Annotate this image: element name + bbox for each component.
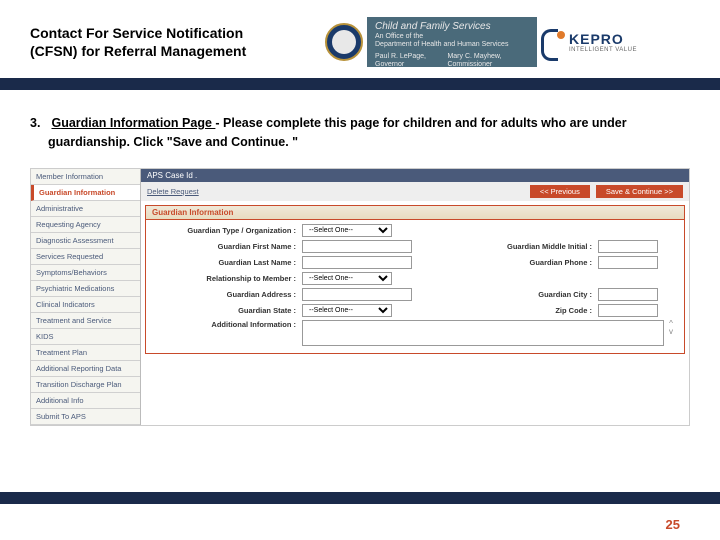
sidebar-item-submit[interactable]: Submit To APS xyxy=(31,409,140,425)
sidebar-item-guardian-info[interactable]: Guardian Information xyxy=(31,185,140,201)
instruction-text: 3. Guardian Information Page - Please co… xyxy=(0,90,720,162)
scroll-arrows-icon: ^v xyxy=(664,320,678,336)
kepro-icon xyxy=(541,29,567,55)
cfs-line1: Child and Family Services xyxy=(375,21,529,33)
sidebar-item-clinical[interactable]: Clinical Indicators xyxy=(31,297,140,313)
label-addr: Guardian Address : xyxy=(152,290,302,299)
cfs-gov: Paul R. LePage, Governor xyxy=(375,53,441,70)
input-mi[interactable] xyxy=(598,240,658,253)
sidebar-item-member-info[interactable]: Member Information xyxy=(31,169,140,185)
toolbar: Delete Request << Previous Save & Contin… xyxy=(141,182,689,201)
save-continue-button[interactable]: Save & Continue >> xyxy=(596,185,683,198)
guardian-form: Guardian Type / Organization : --Select … xyxy=(146,220,684,353)
kepro-text: KEPRO xyxy=(569,31,637,47)
kepro-sub: INTELLIGENT VALUE xyxy=(569,47,637,53)
select-type[interactable]: --Select One-- xyxy=(302,224,392,237)
bottom-divider-bar xyxy=(0,492,720,504)
kepro-logo: KEPRO INTELLIGENT VALUE xyxy=(541,29,637,55)
input-last[interactable] xyxy=(302,256,412,269)
label-rel: Relationship to Member : xyxy=(152,274,302,283)
page-number: 25 xyxy=(666,517,680,532)
label-addl: Additional Information : xyxy=(152,320,302,329)
label-type: Guardian Type / Organization : xyxy=(152,226,302,235)
sidebar-item-requesting-agency[interactable]: Requesting Agency xyxy=(31,217,140,233)
header-title: Contact For Service Notification (CFSN) … xyxy=(30,24,325,60)
guardian-panel: Guardian Information Guardian Type / Org… xyxy=(145,205,685,354)
case-id-bar: APS Case Id . xyxy=(141,169,689,182)
step-title: Guardian Information Page xyxy=(51,116,215,130)
sidebar-item-services[interactable]: Services Requested xyxy=(31,249,140,265)
sidebar-item-treatment-service[interactable]: Treatment and Service xyxy=(31,313,140,329)
slide-header: Contact For Service Notification (CFSN) … xyxy=(0,0,720,78)
sidebar-item-medications[interactable]: Psychiatric Medications xyxy=(31,281,140,297)
input-addr[interactable] xyxy=(302,288,412,301)
input-first[interactable] xyxy=(302,240,412,253)
sidebar-item-reporting[interactable]: Additional Reporting Data xyxy=(31,361,140,377)
cfs-badge: Child and Family Services An Office of t… xyxy=(367,17,537,67)
cfs-line3: Department of Health and Human Services xyxy=(375,41,529,49)
sidebar-item-treatment-plan[interactable]: Treatment Plan xyxy=(31,345,140,361)
label-state: Guardian State : xyxy=(152,306,302,315)
cfs-comm: Mary C. Mayhew, Commissioner xyxy=(447,53,529,70)
title-line2: (CFSN) for Referral Management xyxy=(30,42,325,60)
panel-header: Guardian Information xyxy=(146,206,684,220)
sidebar-item-kids[interactable]: KIDS xyxy=(31,329,140,345)
select-rel[interactable]: --Select One-- xyxy=(302,272,392,285)
sidebar: Member Information Guardian Information … xyxy=(31,169,141,425)
sidebar-item-discharge[interactable]: Transition Discharge Plan xyxy=(31,377,140,393)
delete-request-link[interactable]: Delete Request xyxy=(147,187,199,196)
textarea-addl[interactable] xyxy=(302,320,664,346)
label-last: Guardian Last Name : xyxy=(152,258,302,267)
sidebar-item-diagnostic[interactable]: Diagnostic Assessment xyxy=(31,233,140,249)
input-phone[interactable] xyxy=(598,256,658,269)
label-first: Guardian First Name : xyxy=(152,242,302,251)
input-city[interactable] xyxy=(598,288,658,301)
label-phone: Guardian Phone : xyxy=(422,258,598,267)
step-rest1: - Please complete this page for children… xyxy=(215,116,626,130)
app-screenshot: Member Information Guardian Information … xyxy=(30,168,690,426)
sidebar-item-additional[interactable]: Additional Info xyxy=(31,393,140,409)
step-number: 3. xyxy=(30,114,48,133)
input-zip[interactable] xyxy=(598,304,658,317)
sidebar-item-administrative[interactable]: Administrative xyxy=(31,201,140,217)
label-mi: Guardian Middle Initial : xyxy=(422,242,598,251)
title-line1: Contact For Service Notification xyxy=(30,24,325,42)
cfs-line2: An Office of the xyxy=(375,33,529,41)
step-rest2: guardianship. Click "Save and Continue. … xyxy=(30,133,690,152)
top-divider-bar xyxy=(0,78,720,90)
sidebar-item-symptoms[interactable]: Symptoms/Behaviors xyxy=(31,265,140,281)
main-panel: APS Case Id . Delete Request << Previous… xyxy=(141,169,689,425)
header-badges: Child and Family Services An Office of t… xyxy=(325,17,690,67)
label-zip: Zip Code : xyxy=(422,306,598,315)
state-seal-icon xyxy=(325,23,363,61)
previous-button[interactable]: << Previous xyxy=(530,185,590,198)
label-city: Guardian City : xyxy=(422,290,598,299)
select-state[interactable]: --Select One-- xyxy=(302,304,392,317)
